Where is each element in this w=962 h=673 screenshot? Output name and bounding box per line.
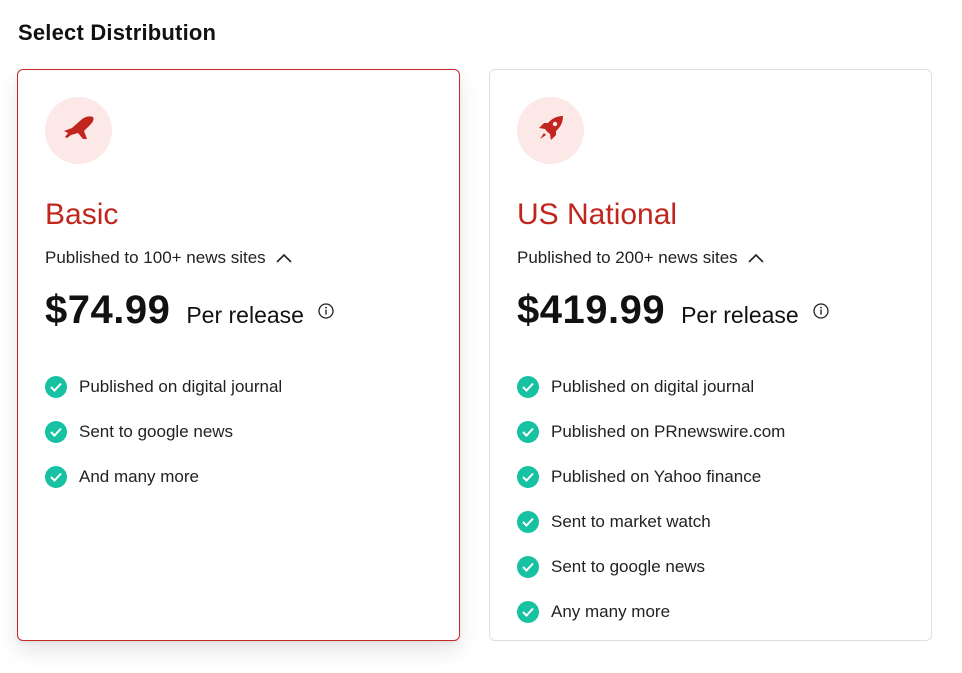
feature-item: Any many more (517, 589, 785, 634)
check-icon (45, 465, 67, 488)
feature-text: And many more (79, 466, 199, 486)
check-icon (517, 420, 539, 443)
check-icon (45, 420, 67, 443)
check-icon (517, 465, 539, 488)
feature-item: Published on digital journal (517, 364, 785, 409)
feature-text: Sent to market watch (551, 511, 711, 531)
feature-text: Published on digital journal (551, 376, 755, 396)
check-icon (517, 555, 539, 578)
plan-icon-circle (45, 97, 112, 164)
plan-subtitle: Published to 200+ news sites (517, 248, 764, 268)
airplane-icon (62, 115, 96, 146)
feature-text: Sent to google news (551, 556, 706, 576)
price-row: $419.99 Per release (517, 288, 829, 333)
chevron-up-icon[interactable] (748, 253, 764, 263)
price: $74.99 (45, 288, 171, 332)
feature-item: Published on digital journal (45, 364, 282, 409)
plan-name: Basic (45, 198, 119, 231)
plan-name: US National (517, 198, 678, 231)
chevron-up-icon[interactable] (276, 253, 292, 263)
feature-item: Sent to google news (517, 544, 785, 589)
feature-item: Sent to google news (45, 409, 282, 454)
page-title: Select Distribution (18, 20, 217, 45)
check-icon (517, 600, 539, 623)
plan-card-basic[interactable]: Basic Published to 100+ news sites $74.9… (17, 69, 460, 641)
feature-item: Published on Yahoo finance (517, 454, 785, 499)
plan-icon-circle (517, 97, 584, 164)
feature-text: Any many more (551, 601, 671, 621)
feature-list: Published on digital journal Sent to goo… (45, 364, 282, 499)
feature-item: Published on PRnewswire.com (517, 409, 785, 454)
feature-text: Published on PRnewswire.com (551, 421, 786, 441)
plan-card-us-national[interactable]: US National Published to 200+ news sites… (489, 69, 932, 641)
check-icon (45, 375, 67, 398)
feature-list: Published on digital journal Published o… (517, 364, 785, 634)
price-row: $74.99 Per release (45, 288, 334, 333)
per-release-label: Per release (681, 302, 799, 328)
feature-text: Published on Yahoo finance (551, 466, 762, 486)
plan-subtitle: Published to 100+ news sites (45, 248, 292, 268)
price: $419.99 (517, 288, 666, 332)
info-icon[interactable] (813, 303, 829, 319)
per-release-label: Per release (186, 302, 304, 328)
feature-text: Published on digital journal (79, 376, 283, 396)
check-icon (517, 375, 539, 398)
feature-text: Sent to google news (79, 421, 234, 441)
feature-item: And many more (45, 454, 282, 499)
check-icon (517, 510, 539, 533)
info-icon[interactable] (318, 303, 334, 319)
rocket-icon (536, 113, 566, 148)
plan-subtitle-text: Published to 200+ news sites (517, 248, 738, 267)
feature-item: Sent to market watch (517, 499, 785, 544)
plan-subtitle-text: Published to 100+ news sites (45, 248, 266, 267)
